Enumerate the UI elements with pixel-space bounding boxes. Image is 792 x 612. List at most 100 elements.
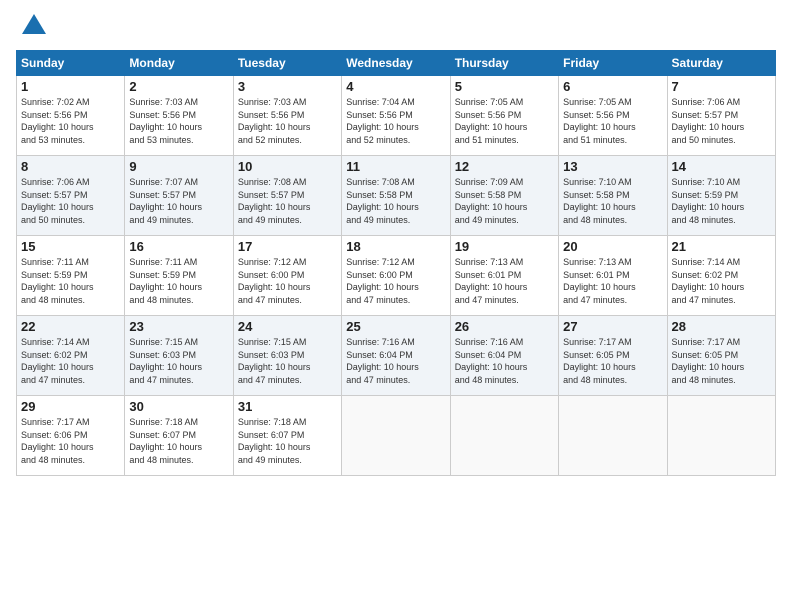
day-number: 17	[238, 239, 337, 254]
calendar-cell: 31Sunrise: 7:18 AMSunset: 6:07 PMDayligh…	[233, 396, 341, 476]
calendar-cell: 8 Sunrise: 7:06 AMSunset: 5:57 PMDaylight…	[17, 156, 125, 236]
calendar-cell: 23 Sunrise: 7:15 AMSunset: 6:03 PMDayligh…	[125, 316, 233, 396]
calendar-cell: 22 Sunrise: 7:14 AMSunset: 6:02 PMDayligh…	[17, 316, 125, 396]
day-detail: Sunrise: 7:06 AMSunset: 5:57 PMDaylight:…	[672, 96, 771, 146]
day-number: 8	[21, 159, 120, 174]
calendar-week-1: 1Sunrise: 7:02 AMSunset: 5:56 PMDaylight…	[17, 76, 776, 156]
day-number: 19	[455, 239, 554, 254]
day-detail: Sunrise: 7:12 AMSunset: 6:00 PMDaylight:…	[238, 256, 337, 306]
calendar-cell: 19 Sunrise: 7:13 AMSunset: 6:01 PMDayligh…	[450, 236, 558, 316]
page: SundayMondayTuesdayWednesdayThursdayFrid…	[0, 0, 792, 612]
day-detail: Sunrise: 7:07 AMSunset: 5:57 PMDaylight:…	[129, 176, 228, 226]
calendar: SundayMondayTuesdayWednesdayThursdayFrid…	[16, 50, 776, 476]
day-detail: Sunrise: 7:05 AMSunset: 5:56 PMDaylight:…	[563, 96, 662, 146]
calendar-cell: 21Sunrise: 7:14 AMSunset: 6:02 PMDayligh…	[667, 236, 775, 316]
day-number: 29	[21, 399, 120, 414]
calendar-week-3: 15 Sunrise: 7:11 AMSunset: 5:59 PMDayligh…	[17, 236, 776, 316]
day-detail: Sunrise: 7:17 AMSunset: 6:06 PMDaylight:…	[21, 416, 120, 466]
logo-icon	[20, 12, 48, 40]
day-detail: Sunrise: 7:04 AMSunset: 5:56 PMDaylight:…	[346, 96, 445, 146]
calendar-cell: 25 Sunrise: 7:16 AMSunset: 6:04 PMDayligh…	[342, 316, 450, 396]
day-number: 10	[238, 159, 337, 174]
logo	[16, 16, 48, 40]
calendar-cell: 16Sunrise: 7:11 AMSunset: 5:59 PMDayligh…	[125, 236, 233, 316]
day-detail: Sunrise: 7:14 AMSunset: 6:02 PMDaylight:…	[672, 256, 771, 306]
header	[16, 16, 776, 40]
day-number: 9	[129, 159, 228, 174]
calendar-cell: 26 Sunrise: 7:16 AMSunset: 6:04 PMDayligh…	[450, 316, 558, 396]
calendar-cell	[450, 396, 558, 476]
day-number: 24	[238, 319, 337, 334]
day-number: 3	[238, 79, 337, 94]
calendar-cell: 1Sunrise: 7:02 AMSunset: 5:56 PMDaylight…	[17, 76, 125, 156]
day-number: 31	[238, 399, 337, 414]
calendar-cell: 7 Sunrise: 7:06 AMSunset: 5:57 PMDaylight…	[667, 76, 775, 156]
day-number: 1	[21, 79, 120, 94]
day-detail: Sunrise: 7:17 AMSunset: 6:05 PMDaylight:…	[672, 336, 771, 386]
calendar-header-monday: Monday	[125, 51, 233, 76]
day-detail: Sunrise: 7:03 AMSunset: 5:56 PMDaylight:…	[238, 96, 337, 146]
day-detail: Sunrise: 7:08 AMSunset: 5:58 PMDaylight:…	[346, 176, 445, 226]
day-detail: Sunrise: 7:17 AMSunset: 6:05 PMDaylight:…	[563, 336, 662, 386]
calendar-cell: 20 Sunrise: 7:13 AMSunset: 6:01 PMDayligh…	[559, 236, 667, 316]
calendar-cell: 12Sunrise: 7:09 AMSunset: 5:58 PMDayligh…	[450, 156, 558, 236]
calendar-header-sunday: Sunday	[17, 51, 125, 76]
calendar-week-5: 29 Sunrise: 7:17 AMSunset: 6:06 PMDayligh…	[17, 396, 776, 476]
calendar-cell: 17 Sunrise: 7:12 AMSunset: 6:00 PMDayligh…	[233, 236, 341, 316]
day-number: 6	[563, 79, 662, 94]
day-number: 23	[129, 319, 228, 334]
calendar-cell: 4 Sunrise: 7:04 AMSunset: 5:56 PMDaylight…	[342, 76, 450, 156]
calendar-cell: 6 Sunrise: 7:05 AMSunset: 5:56 PMDaylight…	[559, 76, 667, 156]
day-number: 28	[672, 319, 771, 334]
calendar-cell: 10Sunrise: 7:08 AMSunset: 5:57 PMDayligh…	[233, 156, 341, 236]
day-detail: Sunrise: 7:06 AMSunset: 5:57 PMDaylight:…	[21, 176, 120, 226]
day-number: 15	[21, 239, 120, 254]
day-number: 16	[129, 239, 228, 254]
calendar-header-row: SundayMondayTuesdayWednesdayThursdayFrid…	[17, 51, 776, 76]
calendar-header-wednesday: Wednesday	[342, 51, 450, 76]
day-number: 30	[129, 399, 228, 414]
day-number: 20	[563, 239, 662, 254]
day-detail: Sunrise: 7:12 AMSunset: 6:00 PMDaylight:…	[346, 256, 445, 306]
calendar-header-thursday: Thursday	[450, 51, 558, 76]
calendar-cell: 29 Sunrise: 7:17 AMSunset: 6:06 PMDayligh…	[17, 396, 125, 476]
calendar-cell	[667, 396, 775, 476]
day-detail: Sunrise: 7:10 AMSunset: 5:58 PMDaylight:…	[563, 176, 662, 226]
day-detail: Sunrise: 7:11 AMSunset: 5:59 PMDaylight:…	[21, 256, 120, 306]
calendar-cell: 3 Sunrise: 7:03 AMSunset: 5:56 PMDaylight…	[233, 76, 341, 156]
day-detail: Sunrise: 7:16 AMSunset: 6:04 PMDaylight:…	[346, 336, 445, 386]
calendar-cell	[559, 396, 667, 476]
day-number: 26	[455, 319, 554, 334]
day-number: 11	[346, 159, 445, 174]
calendar-cell: 13Sunrise: 7:10 AMSunset: 5:58 PMDayligh…	[559, 156, 667, 236]
day-number: 22	[21, 319, 120, 334]
day-detail: Sunrise: 7:15 AMSunset: 6:03 PMDaylight:…	[238, 336, 337, 386]
calendar-cell: 24 Sunrise: 7:15 AMSunset: 6:03 PMDayligh…	[233, 316, 341, 396]
calendar-header-friday: Friday	[559, 51, 667, 76]
day-number: 25	[346, 319, 445, 334]
day-number: 14	[672, 159, 771, 174]
day-detail: Sunrise: 7:03 AMSunset: 5:56 PMDaylight:…	[129, 96, 228, 146]
day-detail: Sunrise: 7:13 AMSunset: 6:01 PMDaylight:…	[455, 256, 554, 306]
calendar-cell: 30 Sunrise: 7:18 AMSunset: 6:07 PMDayligh…	[125, 396, 233, 476]
day-number: 2	[129, 79, 228, 94]
calendar-cell	[342, 396, 450, 476]
calendar-header-tuesday: Tuesday	[233, 51, 341, 76]
calendar-cell: 27 Sunrise: 7:17 AMSunset: 6:05 PMDayligh…	[559, 316, 667, 396]
day-number: 7	[672, 79, 771, 94]
calendar-cell: 2 Sunrise: 7:03 AMSunset: 5:56 PMDaylight…	[125, 76, 233, 156]
day-number: 5	[455, 79, 554, 94]
day-number: 4	[346, 79, 445, 94]
calendar-week-4: 22 Sunrise: 7:14 AMSunset: 6:02 PMDayligh…	[17, 316, 776, 396]
day-detail: Sunrise: 7:16 AMSunset: 6:04 PMDaylight:…	[455, 336, 554, 386]
day-detail: Sunrise: 7:14 AMSunset: 6:02 PMDaylight:…	[21, 336, 120, 386]
day-detail: Sunrise: 7:13 AMSunset: 6:01 PMDaylight:…	[563, 256, 662, 306]
calendar-cell: 15 Sunrise: 7:11 AMSunset: 5:59 PMDayligh…	[17, 236, 125, 316]
day-detail: Sunrise: 7:15 AMSunset: 6:03 PMDaylight:…	[129, 336, 228, 386]
calendar-cell: 18Sunrise: 7:12 AMSunset: 6:00 PMDayligh…	[342, 236, 450, 316]
day-detail: Sunrise: 7:18 AMSunset: 6:07 PMDaylight:…	[129, 416, 228, 466]
day-number: 27	[563, 319, 662, 334]
day-number: 12	[455, 159, 554, 174]
calendar-header-saturday: Saturday	[667, 51, 775, 76]
calendar-cell: 9 Sunrise: 7:07 AMSunset: 5:57 PMDaylight…	[125, 156, 233, 236]
